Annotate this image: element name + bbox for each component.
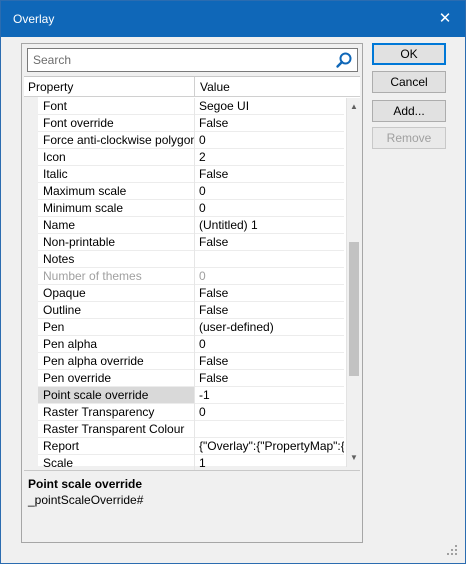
property-row[interactable]: Font Segoe UI (24, 98, 344, 115)
column-header-value[interactable]: Value (200, 80, 230, 94)
property-row[interactable]: Pen override False (24, 370, 344, 387)
property-value[interactable]: False (195, 370, 344, 387)
window-title: Overlay (13, 12, 55, 26)
property-name[interactable]: Force anti-clockwise polygons (38, 132, 194, 149)
resize-grip-icon[interactable] (447, 545, 457, 555)
search-box (27, 48, 358, 72)
property-row[interactable]: Name (Untitled) 1 (24, 217, 344, 234)
ok-button[interactable]: OK (372, 43, 446, 65)
property-value[interactable]: False (195, 353, 344, 370)
property-name[interactable]: Number of themes (38, 268, 194, 285)
property-value[interactable]: Segoe UI (195, 98, 344, 115)
grid-header: Property Value (24, 77, 360, 97)
property-value[interactable]: 0 (195, 183, 344, 200)
property-grid: Property Value Font Segoe UI Font override… (24, 76, 360, 472)
property-value[interactable]: -1 (195, 387, 344, 404)
property-name[interactable]: Pen (38, 319, 194, 336)
property-row[interactable]: Pen (user-defined) (24, 319, 344, 336)
property-row[interactable]: Force anti-clockwise polygons 0 (24, 132, 344, 149)
scroll-up-icon[interactable]: ▲ (347, 100, 361, 114)
property-row[interactable]: Opaque False (24, 285, 344, 302)
property-name[interactable]: Non-printable (38, 234, 194, 251)
property-name[interactable]: Raster Transparency (38, 404, 194, 421)
property-row[interactable]: Minimum scale 0 (24, 200, 344, 217)
remove-button: Remove (372, 127, 446, 149)
property-name[interactable]: Maximum scale (38, 183, 194, 200)
property-value[interactable]: False (195, 234, 344, 251)
add-button[interactable]: Add... (372, 100, 446, 122)
property-value[interactable]: False (195, 115, 344, 132)
property-row[interactable]: Point scale override -1 (24, 387, 344, 404)
property-value[interactable]: False (195, 285, 344, 302)
property-value[interactable]: (Untitled) 1 (195, 217, 344, 234)
property-value[interactable]: 0 (195, 404, 344, 421)
property-row[interactable]: Pen alpha override False (24, 353, 344, 370)
property-name[interactable]: Font override (38, 115, 194, 132)
vertical-scrollbar[interactable]: ▲ ▼ (346, 98, 360, 467)
property-value[interactable]: 0 (195, 336, 344, 353)
property-row[interactable]: Report {"Overlay":{"PropertyMap":{... (24, 438, 344, 455)
property-name[interactable]: Name (38, 217, 194, 234)
property-value[interactable] (195, 421, 344, 438)
property-name[interactable]: Raster Transparent Colour (38, 421, 194, 438)
column-header-property[interactable]: Property (28, 80, 73, 94)
description-title: Point scale override (28, 477, 143, 491)
property-row[interactable]: Italic False (24, 166, 344, 183)
property-row[interactable]: Non-printable False (24, 234, 344, 251)
scrollbar-thumb[interactable] (349, 242, 359, 376)
overlay-dialog: Overlay ✕ Property Value FontSegoe UIFon… (0, 0, 466, 564)
property-name[interactable]: Notes (38, 251, 194, 268)
property-row[interactable]: Maximum scale 0 (24, 183, 344, 200)
property-row[interactable]: Number of themes 0 (24, 268, 344, 285)
cancel-button[interactable]: Cancel (372, 71, 446, 93)
property-panel: Property Value FontSegoe UIFont override… (21, 43, 363, 543)
property-name[interactable]: Opaque (38, 285, 194, 302)
property-name[interactable]: Pen override (38, 370, 194, 387)
property-name[interactable]: Minimum scale (38, 200, 194, 217)
property-rows: Font Segoe UI Font override False Force anti… (24, 98, 344, 472)
property-value[interactable]: 0 (195, 200, 344, 217)
property-row[interactable]: Raster Transparent Colour (24, 421, 344, 438)
property-row[interactable]: Raster Transparency 0 (24, 404, 344, 421)
title-bar[interactable]: Overlay ✕ (1, 1, 465, 37)
description-panel: Point scale override _pointScaleOverride… (24, 470, 360, 540)
property-row[interactable]: Outline False (24, 302, 344, 319)
search-input[interactable] (28, 49, 328, 71)
property-name[interactable]: Pen alpha (38, 336, 194, 353)
scroll-down-icon[interactable]: ▼ (347, 451, 361, 465)
column-divider[interactable] (194, 77, 195, 97)
property-name[interactable]: Icon (38, 149, 194, 166)
property-row[interactable]: Notes (24, 251, 344, 268)
property-name[interactable]: Report (38, 438, 194, 455)
property-value[interactable]: {"Overlay":{"PropertyMap":{... (195, 438, 344, 455)
property-name[interactable]: Font (38, 98, 194, 115)
property-value: 0 (195, 268, 344, 285)
property-name[interactable]: Point scale override (38, 387, 194, 404)
property-value[interactable]: 0 (195, 132, 344, 149)
property-value[interactable]: (user-defined) (195, 319, 344, 336)
property-value[interactable]: False (195, 302, 344, 319)
property-row[interactable]: Icon 2 (24, 149, 344, 166)
property-name[interactable]: Outline (38, 302, 194, 319)
property-value[interactable]: False (195, 166, 344, 183)
property-value[interactable] (195, 251, 344, 268)
property-row[interactable]: Pen alpha 0 (24, 336, 344, 353)
property-value[interactable]: 2 (195, 149, 344, 166)
close-icon[interactable]: ✕ (435, 9, 455, 29)
property-row[interactable]: Font override False (24, 115, 344, 132)
search-icon[interactable] (335, 51, 353, 69)
property-name[interactable]: Italic (38, 166, 194, 183)
property-name[interactable]: Pen alpha override (38, 353, 194, 370)
description-text: _pointScaleOverride# (28, 493, 144, 507)
